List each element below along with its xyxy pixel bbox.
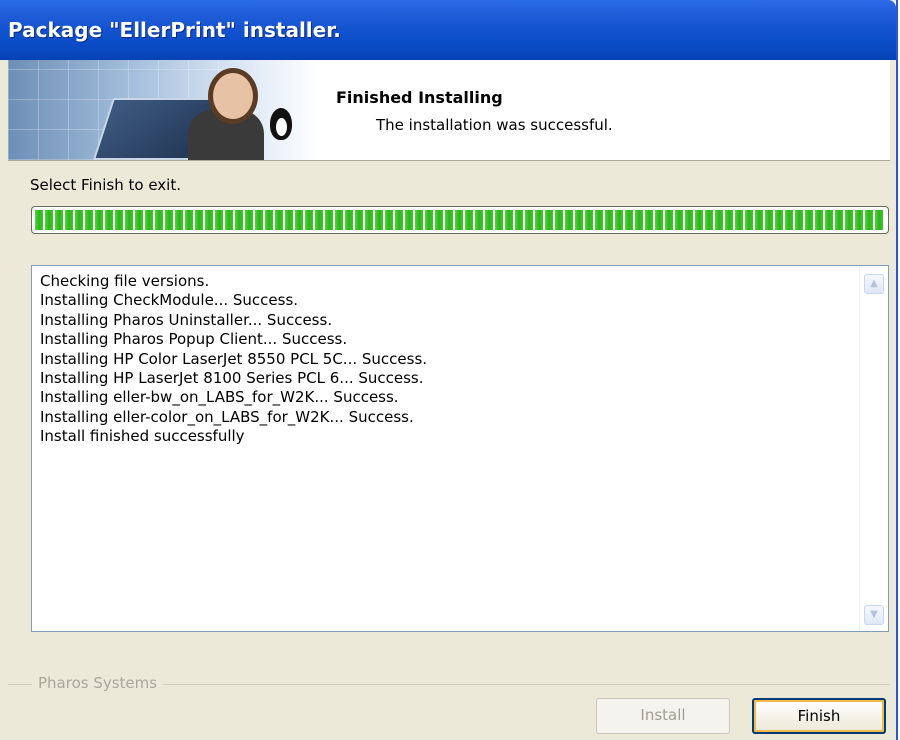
footer-group-label: Pharos Systems [32, 674, 164, 692]
window-title: Package "EllerPrint" installer. [8, 18, 341, 42]
progress-bar-fill [35, 210, 885, 230]
scroll-up-button[interactable]: ▲ [864, 274, 884, 294]
penguin-icon [270, 108, 292, 140]
finish-button[interactable]: Finish [752, 698, 886, 734]
log-line: Install finished successfully [40, 427, 245, 446]
log-line: Installing HP LaserJet 8100 Series PCL 6… [40, 369, 424, 388]
log-line: Checking file versions. [40, 272, 210, 290]
header-banner: Finished Installing The installation was… [8, 60, 890, 161]
person-head-illustration [208, 68, 258, 124]
installer-window: Package "EllerPrint" installer. Finished… [0, 0, 898, 740]
banner-heading: Finished Installing [336, 88, 503, 107]
install-log-lines: Checking file versions. Installing CheckM… [40, 272, 858, 625]
log-line: Installing CheckModule... Success. [40, 291, 299, 310]
banner-image [8, 60, 318, 160]
log-line: Installing Pharos Popup Client... Succes… [40, 330, 348, 349]
install-button[interactable]: Install [596, 698, 730, 734]
log-line: Installing Pharos Uninstaller... Success… [40, 310, 333, 329]
log-line: Installing eller-color_on_LABS_for_W2K..… [40, 407, 414, 426]
title-bar[interactable]: Package "EllerPrint" installer. [0, 0, 896, 60]
install-log[interactable]: Checking file versions. Installing CheckM… [31, 265, 889, 632]
log-line: Installing HP Color LaserJet 8550 PCL 5C… [40, 349, 428, 368]
instruction-text: Select Finish to exit. [30, 176, 181, 194]
progress-bar [31, 206, 889, 234]
banner-subheading: The installation was successful. [376, 116, 613, 134]
log-line: Installing eller-bw_on_LABS_for_W2K... S… [40, 388, 399, 407]
log-scrollbar[interactable]: ▲ ▼ [859, 266, 888, 631]
scroll-down-button[interactable]: ▼ [864, 605, 884, 625]
